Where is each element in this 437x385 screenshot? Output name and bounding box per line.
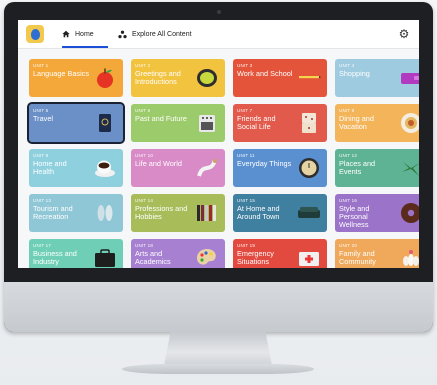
unit-tile[interactable]: UNIT 12 Places and Events [335, 149, 419, 187]
unit-tile[interactable]: UNIT 7 Friends and Social Life [233, 104, 327, 142]
unit-title: Places and Events [339, 159, 376, 177]
unit-tile[interactable]: UNIT 11 Everyday Things [233, 149, 327, 187]
unit-tile[interactable]: UNIT 3 Work and School [233, 59, 327, 97]
unit-number: UNIT 7 [237, 108, 253, 113]
briefcase-icon [93, 246, 117, 268]
unit-tile[interactable]: UNIT 4 Shopping [335, 59, 419, 97]
unit-title: Tourism and Recreation [33, 204, 73, 222]
unit-title: At Home and Around Town [237, 204, 280, 222]
unit-number: UNIT 20 [339, 243, 358, 248]
unit-number: UNIT 16 [339, 198, 358, 203]
palette-icon [195, 246, 219, 268]
tab-explore-all-content[interactable]: Explore All Content [118, 20, 192, 48]
ribbon-icon [195, 156, 219, 180]
unit-tile[interactable]: UNIT 2 Greetings and Introductions [131, 59, 225, 97]
unit-title: Life and World [135, 159, 182, 168]
unit-number: UNIT 12 [339, 153, 358, 158]
unit-tile[interactable]: UNIT 19 Emergency Situations [233, 239, 327, 268]
unit-number: UNIT 17 [33, 243, 52, 248]
unit-title: Home and Health [33, 159, 67, 177]
unit-number: UNIT 10 [135, 153, 154, 158]
unit-tile[interactable]: UNIT 6 Past and Future [131, 104, 225, 142]
unit-tile[interactable]: UNIT 16 Style and Personal Wellness [335, 194, 419, 232]
unit-number: UNIT 1 [33, 63, 49, 68]
clock-icon [297, 156, 321, 180]
unit-number: UNIT 18 [135, 243, 154, 248]
unit-title: Style and Personal Wellness [339, 204, 370, 230]
pencil-icon [297, 66, 321, 90]
unit-title: Work and School [237, 69, 293, 78]
unit-grid: UNIT 1 Language Basics UNIT 2 Greetings and… [27, 59, 419, 268]
unit-number: UNIT 3 [237, 63, 253, 68]
tab-explore-label: Explore All Content [132, 30, 192, 38]
explore-icon [118, 30, 127, 38]
monitor: Home Explore All Content ⚙ UNIT 1 Languag… [4, 2, 433, 332]
monitor-chin [4, 282, 433, 332]
unit-title: Dining and Vacation [339, 114, 374, 132]
unit-tile[interactable]: UNIT 5 Travel [27, 102, 125, 144]
unit-title: Emergency Situations [237, 249, 274, 267]
apple-icon [93, 66, 117, 90]
unit-tile[interactable]: UNIT 20 Family and Community [335, 239, 419, 268]
unit-title: Professions and Hobbies [135, 204, 188, 222]
unit-number: UNIT 15 [237, 198, 256, 203]
tab-home[interactable]: Home [62, 20, 108, 48]
firstaid-icon [297, 246, 321, 268]
unit-number: UNIT 13 [33, 198, 52, 203]
unit-number: UNIT 5 [33, 108, 49, 113]
unit-tile[interactable]: UNIT 10 Life and World [131, 149, 225, 187]
unit-title: Greetings and Introductions [135, 69, 181, 87]
app-screen: Home Explore All Content ⚙ UNIT 1 Languag… [18, 20, 419, 268]
unit-title: Travel [33, 114, 54, 123]
unit-number: UNIT 19 [237, 243, 256, 248]
books-icon [195, 201, 219, 225]
unit-title: Family and Community [339, 249, 376, 267]
tab-home-label: Home [75, 30, 94, 38]
flipflops-icon [93, 201, 117, 225]
unit-tile[interactable]: UNIT 14 Professions and Hobbies [131, 194, 225, 232]
wallet-icon [399, 66, 419, 90]
unit-title: Language Basics [33, 69, 89, 78]
unit-title: Friends and Social Life [237, 114, 276, 132]
unit-tile[interactable]: UNIT 13 Tourism and Recreation [29, 194, 123, 232]
unit-title: Everyday Things [237, 159, 292, 168]
unit-tile[interactable]: UNIT 17 Business and Industry [29, 239, 123, 268]
unit-tile[interactable]: UNIT 1 Language Basics [29, 59, 123, 97]
cup-icon [93, 156, 117, 180]
unit-title: Shopping [339, 69, 370, 78]
plant-icon [399, 156, 419, 180]
sofa-icon [297, 201, 321, 225]
unit-number: UNIT 9 [33, 153, 49, 158]
gear-icon[interactable]: ⚙ [397, 27, 411, 41]
app-logo[interactable] [26, 25, 44, 43]
top-nav-bar: Home Explore All Content ⚙ [18, 20, 419, 49]
plate-icon [399, 111, 419, 135]
monitor-stand-base [122, 364, 314, 374]
home-icon [62, 30, 70, 38]
unit-tile[interactable]: UNIT 15 At Home and Around Town [233, 194, 327, 232]
unit-number: UNIT 8 [339, 108, 355, 113]
unit-tile[interactable]: UNIT 8 Dining and Vacation [335, 104, 419, 142]
donut-icon [399, 201, 419, 225]
stove-icon [195, 111, 219, 135]
unit-title: Past and Future [135, 114, 187, 123]
vases-icon [399, 246, 419, 268]
unit-title: Business and Industry [33, 249, 77, 267]
dice-icon [297, 111, 321, 135]
sticker-icon [195, 66, 219, 90]
unit-number: UNIT 11 [237, 153, 255, 158]
unit-number: UNIT 2 [135, 63, 151, 68]
unit-number: UNIT 4 [339, 63, 355, 68]
unit-tile[interactable]: UNIT 18 Arts and Academics [131, 239, 225, 268]
passport-icon [93, 111, 117, 135]
unit-title: Arts and Academics [135, 249, 171, 267]
unit-number: UNIT 6 [135, 108, 151, 113]
unit-tile[interactable]: UNIT 9 Home and Health [29, 149, 123, 187]
monitor-stand [164, 332, 272, 366]
unit-number: UNIT 14 [135, 198, 154, 203]
camera [217, 10, 221, 14]
